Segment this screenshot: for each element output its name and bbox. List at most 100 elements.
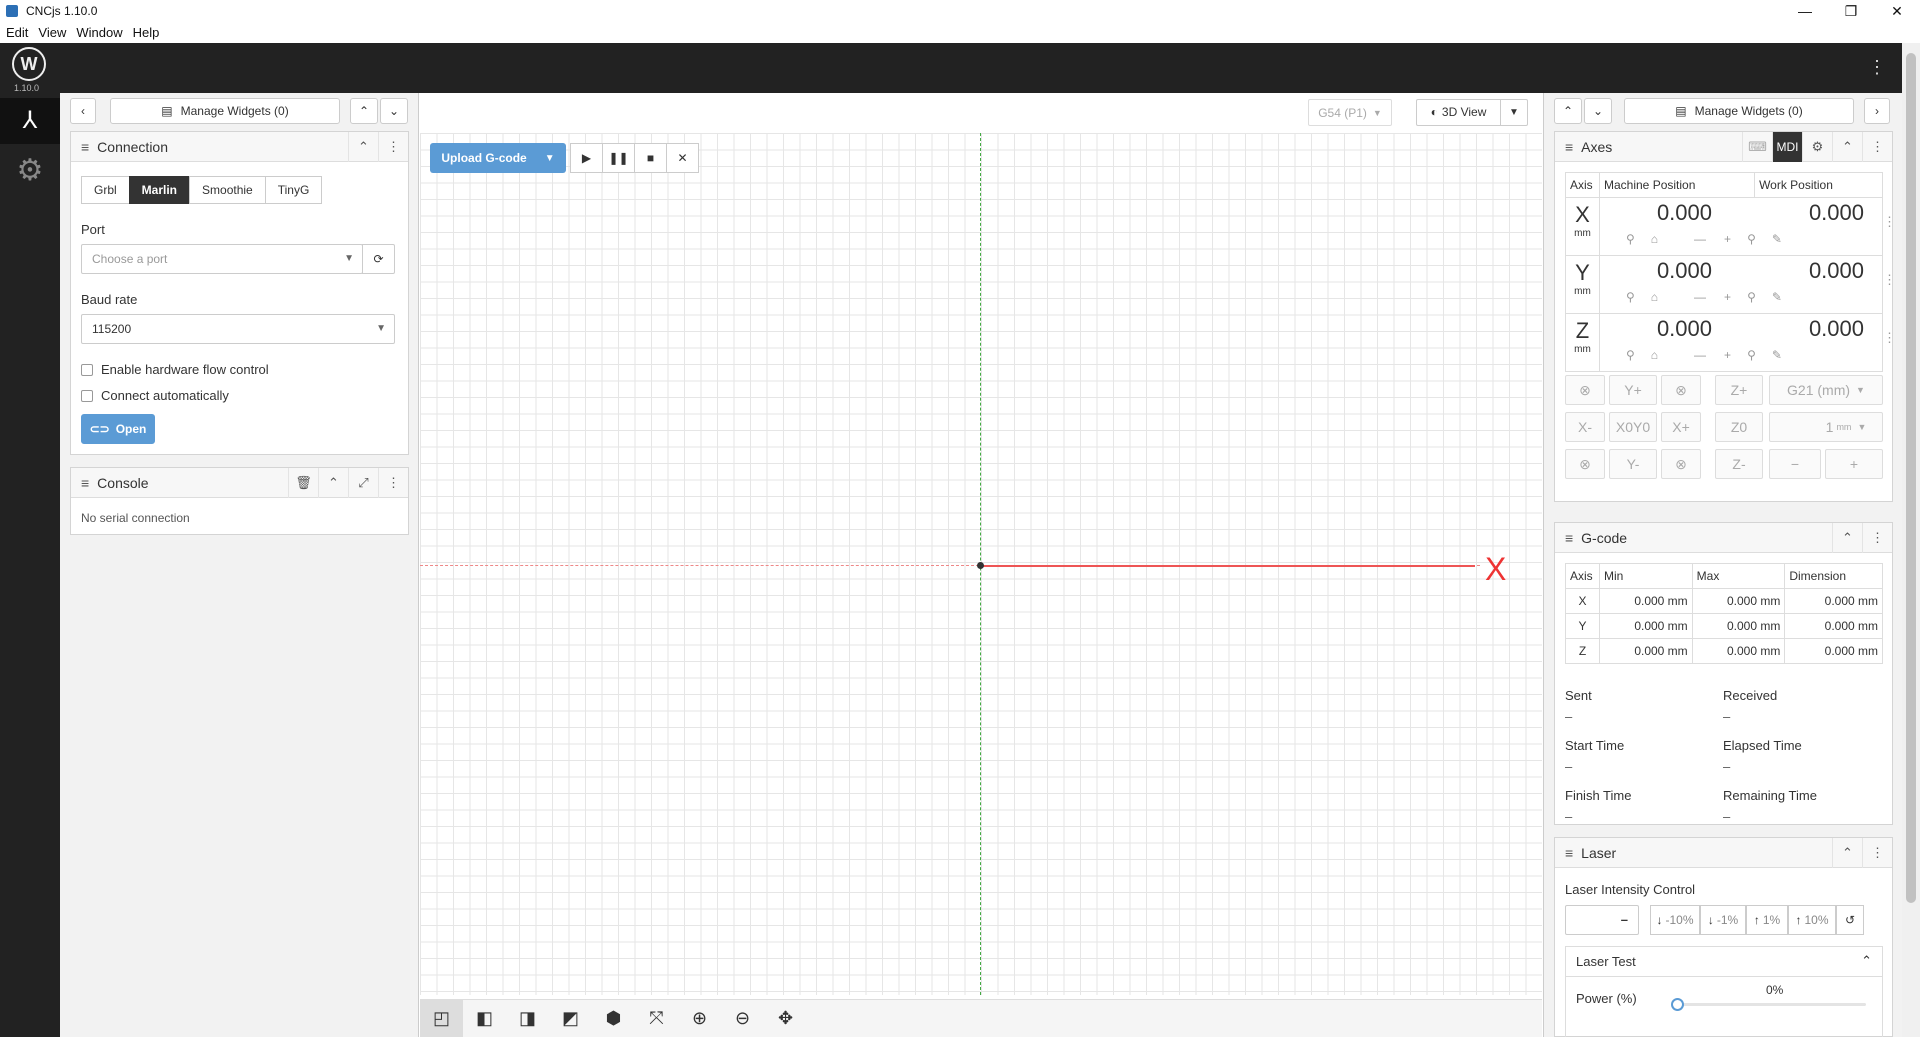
kebab-menu-icon[interactable]: ⋮ <box>378 132 408 162</box>
view-top-icon[interactable]: ◰ <box>420 999 463 1037</box>
home-icon[interactable]: ⌂ <box>1651 232 1658 246</box>
collapse-all-right-button[interactable]: ⌃ <box>1554 98 1582 124</box>
plus-icon[interactable]: + <box>1724 232 1731 246</box>
kebab-menu-icon[interactable]: ⋮ <box>1883 330 1896 346</box>
close-icon[interactable]: ✕ <box>666 143 699 173</box>
refresh-ports-button[interactable]: ⟳ <box>362 244 395 274</box>
jog-y-plus-button[interactable]: Y+ <box>1609 375 1657 405</box>
drag-handle-icon[interactable]: ≡ <box>81 475 89 491</box>
hardware-flow-checkbox[interactable]: Enable hardware flow control <box>81 362 269 377</box>
go-z0-button[interactable]: Z0 <box>1715 412 1763 442</box>
checkbox-box[interactable] <box>81 389 93 402</box>
minus-icon[interactable]: — <box>1694 232 1706 246</box>
workspace-nav-icon[interactable]: ⅄ <box>0 98 60 144</box>
edit-icon[interactable]: ✎ <box>1772 290 1782 304</box>
chevron-up-icon[interactable]: ⌃ <box>1832 838 1862 868</box>
view-3d-cube-icon[interactable]: ⬢ <box>592 1000 635 1037</box>
view-right-icon[interactable]: ◨ <box>506 1000 549 1037</box>
fit-view-icon[interactable]: ⤧ <box>635 1000 678 1037</box>
minus-icon[interactable]: — <box>1694 290 1706 304</box>
expand-all-button[interactable]: ⌄ <box>380 98 408 124</box>
view-front-icon[interactable]: ◧ <box>463 1000 506 1037</box>
auto-connect-checkbox[interactable]: Connect automatically <box>81 388 229 403</box>
close-button[interactable]: ✕ <box>1874 0 1920 22</box>
caret-down-icon[interactable]: ▼ <box>1501 107 1527 118</box>
jog-z-minus-button[interactable]: Z- <box>1715 449 1763 479</box>
go-to-zero-icon[interactable]: ⚲ <box>1747 348 1756 362</box>
intensity-minus-1-button[interactable]: ↓ -1% <box>1700 905 1746 935</box>
maximize-button[interactable]: ❐ <box>1828 0 1874 22</box>
plus-icon[interactable]: + <box>1724 290 1731 304</box>
step-increase-button[interactable]: + <box>1825 449 1883 479</box>
expand-icon[interactable]: ⤢ <box>348 468 378 498</box>
menu-view[interactable]: View <box>38 25 66 40</box>
collapse-right-button[interactable]: › <box>1864 98 1890 124</box>
menu-edit[interactable]: Edit <box>6 25 28 40</box>
jog-diag-down-right-button[interactable]: ⊗ <box>1661 449 1701 479</box>
port-select[interactable]: Choose a port ▼ <box>81 244 363 274</box>
collapse-left-button[interactable]: ‹ <box>70 98 96 124</box>
tab-grbl[interactable]: Grbl <box>81 176 130 204</box>
zoom-in-icon[interactable]: ⊕ <box>678 1000 721 1037</box>
power-slider-handle[interactable] <box>1671 998 1684 1011</box>
chevron-up-icon[interactable]: ⌃ <box>348 132 378 162</box>
jog-step-select[interactable]: 1 mm ▼ <box>1769 412 1883 442</box>
pan-icon[interactable]: ✥ <box>764 1000 807 1037</box>
go-to-zero-icon[interactable]: ⚲ <box>1747 232 1756 246</box>
chevron-up-icon[interactable]: ⌃ <box>318 468 348 498</box>
minimize-button[interactable]: — <box>1782 0 1828 22</box>
kebab-menu-icon[interactable]: ⋮ <box>1862 523 1892 553</box>
menu-help[interactable]: Help <box>133 25 160 40</box>
zoom-out-icon[interactable]: ⊖ <box>721 1000 764 1037</box>
keyboard-icon[interactable]: ⌨ <box>1742 132 1772 162</box>
kebab-menu-icon[interactable]: ⋮ <box>378 468 408 498</box>
settings-nav-icon[interactable]: ⚙ <box>0 148 60 194</box>
gear-icon[interactable]: ⚙ <box>1802 132 1832 162</box>
plus-icon[interactable]: + <box>1724 348 1731 362</box>
page-scrollbar[interactable] <box>1902 43 1920 1037</box>
manage-widgets-right-button[interactable]: ▤ Manage Widgets (0) <box>1624 98 1854 124</box>
units-select[interactable]: G21 (mm) ▼ <box>1769 375 1883 405</box>
intensity-minus-10-button[interactable]: ↓ -10% <box>1650 905 1700 935</box>
jog-diag-down-left-button[interactable]: ⊗ <box>1565 449 1605 479</box>
expand-all-right-button[interactable]: ⌄ <box>1584 98 1612 124</box>
more-options-icon[interactable]: ⋮ <box>1868 57 1886 78</box>
intensity-plus-1-button[interactable]: ↑ 1% <box>1746 905 1788 935</box>
drag-handle-icon[interactable]: ≡ <box>1565 139 1573 155</box>
stop-icon[interactable]: ■ <box>634 143 667 173</box>
checkbox-box[interactable] <box>81 363 93 376</box>
chevron-up-icon[interactable]: ⌃ <box>1832 523 1862 553</box>
drag-handle-icon[interactable]: ≡ <box>81 139 89 155</box>
intensity-reset-button[interactable]: ↺ <box>1836 905 1864 935</box>
jog-x-plus-button[interactable]: X+ <box>1661 412 1701 442</box>
power-slider-track[interactable] <box>1676 1003 1866 1006</box>
go-x0y0-button[interactable]: X0Y0 <box>1609 412 1657 442</box>
tab-smoothie[interactable]: Smoothie <box>189 176 266 204</box>
home-icon[interactable]: ⌂ <box>1651 290 1658 304</box>
pause-icon[interactable]: ❚❚ <box>602 143 635 173</box>
kebab-menu-icon[interactable]: ⋮ <box>1883 214 1896 230</box>
collapse-all-button[interactable]: ⌃ <box>350 98 378 124</box>
tab-tinyg[interactable]: TinyG <box>264 176 323 204</box>
play-icon[interactable]: ▶ <box>570 143 603 173</box>
manage-widgets-left-button[interactable]: ▤ Manage Widgets (0) <box>110 98 340 124</box>
jog-y-minus-button[interactable]: Y- <box>1609 449 1657 479</box>
intensity-plus-10-button[interactable]: ↑ 10% <box>1788 905 1836 935</box>
wcs-select[interactable]: G54 (P1) ▼ <box>1308 99 1392 126</box>
minus-icon[interactable]: — <box>1694 348 1706 362</box>
kebab-menu-icon[interactable]: ⋮ <box>1883 272 1896 288</box>
jog-x-minus-button[interactable]: X- <box>1565 412 1605 442</box>
home-icon[interactable]: ⌂ <box>1651 348 1658 362</box>
tab-marlin[interactable]: Marlin <box>128 176 191 204</box>
open-connection-button[interactable]: ⊂⊃ Open <box>81 414 155 444</box>
trash-icon[interactable]: 🗑 <box>288 468 318 498</box>
drag-handle-icon[interactable]: ≡ <box>1565 530 1573 546</box>
edit-icon[interactable]: ✎ <box>1772 348 1782 362</box>
go-to-zero-icon[interactable]: ⚲ <box>1626 290 1635 304</box>
go-to-zero-icon[interactable]: ⚲ <box>1747 290 1756 304</box>
view-left-icon[interactable]: ◩ <box>549 1000 592 1037</box>
chevron-up-icon[interactable]: ⌃ <box>1832 132 1862 162</box>
go-to-zero-icon[interactable]: ⚲ <box>1626 348 1635 362</box>
scrollbar-thumb[interactable] <box>1906 53 1916 903</box>
edit-icon[interactable]: ✎ <box>1772 232 1782 246</box>
